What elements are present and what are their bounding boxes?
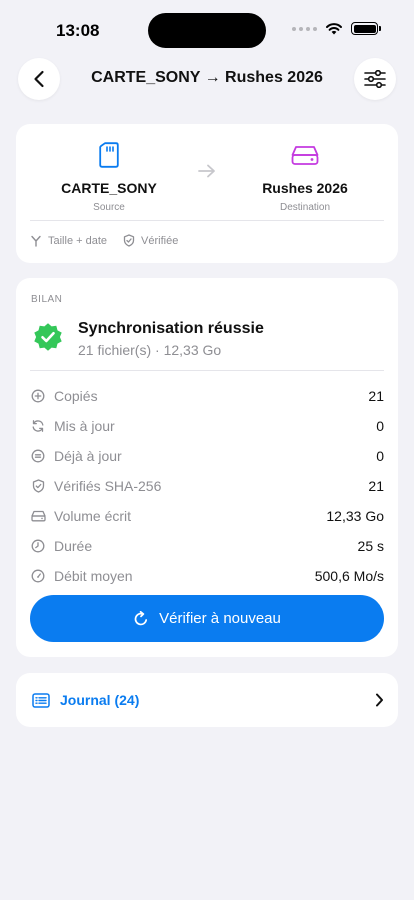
stat-value: 0: [376, 418, 384, 434]
clock-icon: [30, 538, 46, 554]
navigation-header: CARTE_SONY → Rushes 2026: [0, 58, 414, 102]
stats-list: Copiés 21 Mis à jour 0 Déjà à jour 0 Vér…: [30, 381, 384, 591]
journal-row[interactable]: Journal (24): [16, 673, 398, 727]
source-role: Source: [93, 202, 125, 213]
journal-label: Journal (24): [60, 692, 140, 708]
page-title: CARTE_SONY → Rushes 2026: [91, 69, 323, 86]
refresh-icon: [134, 610, 148, 625]
verify-again-label: Vérifier à nouveau: [159, 610, 281, 627]
sync-route-card: CARTE_SONY Source Rushes 2026 Destinatio…: [16, 124, 398, 263]
list-icon: [32, 691, 50, 709]
chevron-right-icon: [375, 693, 384, 707]
summary-card: BILAN Synchronisation réussie 21 fichier…: [16, 278, 398, 657]
success-check-icon: [32, 321, 64, 353]
verify-mode-label: Vérifiée: [141, 234, 179, 247]
drive-icon: [30, 508, 46, 524]
divider: [30, 370, 384, 371]
stat-value: 500,6 Mo/s: [314, 568, 384, 584]
hard-drive-icon: [230, 142, 380, 168]
sync-icon: [30, 418, 46, 434]
stat-label: Déjà à jour: [54, 448, 122, 464]
summary-title: Synchronisation réussie: [78, 320, 264, 337]
settings-button[interactable]: [354, 58, 396, 100]
stat-label: Débit moyen: [54, 568, 133, 584]
gauge-icon: [30, 568, 46, 584]
destination-endpoint: Rushes 2026 Destination: [230, 142, 380, 213]
plus-circle-icon: [30, 388, 46, 404]
destination-role: Destination: [279, 202, 331, 213]
chevron-left-icon: [34, 70, 44, 88]
source-name: CARTE_SONY: [61, 180, 157, 196]
divider: [30, 220, 384, 221]
stat-label: Copiés: [54, 388, 98, 404]
status-time: 13:08: [56, 21, 100, 40]
stat-row-updated: Mis à jour 0: [30, 411, 384, 441]
stat-label: Volume écrit: [54, 508, 132, 524]
battery-icon: [351, 22, 381, 35]
stat-row-throughput: Débit moyen 500,6 Mo/s: [30, 561, 384, 591]
shield-check-icon: [123, 234, 135, 247]
destination-name: Rushes 2026: [262, 180, 348, 196]
stat-label: Vérifiés SHA-256: [54, 478, 162, 494]
compare-mode-label: Taille + date: [48, 234, 108, 247]
stat-row-up-to-date: Déjà à jour 0: [30, 441, 384, 471]
sliders-icon: [364, 70, 386, 88]
stat-value: 0: [376, 448, 384, 464]
stat-label: Durée: [54, 538, 93, 554]
sd-card-icon: [34, 142, 184, 168]
stat-row-duration: Durée 25 s: [30, 531, 384, 561]
stat-label: Mis à jour: [54, 418, 115, 434]
stat-value: 21: [368, 478, 384, 494]
stat-row-verified: Vérifiés SHA-256 21: [30, 471, 384, 501]
cellular-signal-icon: [292, 26, 317, 31]
equal-circle-icon: [30, 448, 46, 464]
summary-subtitle: 21 fichier(s) · 12,33 Go: [78, 342, 222, 358]
stat-row-copied: Copiés 21: [30, 381, 384, 411]
dynamic-island: [148, 13, 266, 48]
status-bar: 13:08: [0, 0, 414, 60]
arrow-right-icon: [198, 164, 216, 183]
section-label: BILAN: [31, 294, 63, 305]
stat-row-volume: Volume écrit 12,33 Go: [30, 501, 384, 531]
verify-again-button[interactable]: Vérifier à nouveau: [30, 595, 384, 642]
stat-value: 12,33 Go: [326, 508, 384, 524]
wifi-icon: [326, 23, 342, 35]
back-button[interactable]: [18, 58, 60, 100]
status-indicators: [292, 22, 381, 35]
merge-icon: [31, 235, 41, 247]
route-options: Taille + date Vérifiée: [30, 234, 178, 247]
source-endpoint: CARTE_SONY Source: [34, 142, 184, 213]
shield-check-icon: [30, 478, 46, 494]
stat-value: 25 s: [357, 538, 384, 554]
stat-value: 21: [368, 388, 384, 404]
